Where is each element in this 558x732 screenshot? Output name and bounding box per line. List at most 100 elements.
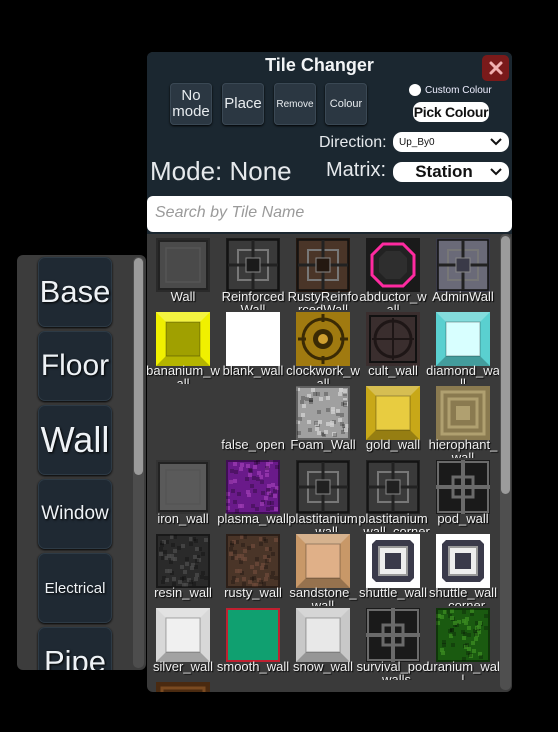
tile-label: pod_wall: [437, 512, 489, 526]
tile-option[interactable]: ReinforcedWall: [218, 236, 288, 310]
tile-preview: [296, 238, 350, 292]
place-label: Place: [224, 94, 262, 112]
tile-option[interactable]: iron_wall: [148, 458, 218, 532]
tile-label: clockwork_wall: [286, 364, 360, 384]
tile-option[interactable]: plasma_wall: [217, 458, 289, 532]
category-electrical[interactable]: Electrical: [38, 553, 112, 623]
tile-preview: [366, 608, 420, 662]
tile-option[interactable]: Foam_Wall: [288, 384, 358, 458]
category-scrollbar[interactable]: [133, 257, 144, 668]
category-label: Base: [39, 274, 111, 309]
pick-colour-button[interactable]: Pick Colour: [413, 102, 489, 122]
tile-preview: [226, 608, 280, 662]
tile-option[interactable]: resin_wall: [148, 532, 218, 606]
colour-button[interactable]: Colour: [325, 83, 367, 125]
tile-preview: [226, 238, 280, 292]
tile-option[interactable]: blank_wall: [218, 310, 288, 384]
search-input[interactable]: Search by Tile Name: [147, 196, 512, 232]
tile-preview: [366, 534, 420, 588]
tile-label: diamond_wall: [426, 364, 499, 384]
tile-preview: [436, 534, 490, 588]
category-floor[interactable]: Floor: [38, 331, 112, 401]
tile-option[interactable]: plastitanium_wall_corner: [356, 458, 430, 532]
tile-option[interactable]: uranium_wall: [426, 606, 499, 680]
tile-preview: [156, 534, 210, 588]
no-mode-label: No mode: [172, 86, 210, 120]
tile-option[interactable]: Wall: [148, 236, 218, 310]
tile-scroll-thumb[interactable]: [501, 236, 510, 494]
custom-colour-toggle[interactable]: Custom Colour: [409, 84, 492, 96]
tile-preview: [156, 682, 210, 692]
category-wall[interactable]: Wall: [38, 405, 112, 475]
category-window[interactable]: Window: [38, 479, 112, 549]
tile-option[interactable]: bananium_wall: [147, 310, 220, 384]
tile-option[interactable]: AdminWall: [428, 236, 498, 310]
search-placeholder: Search by Tile Name: [155, 204, 305, 221]
tile-preview: [436, 238, 490, 292]
tile-option[interactable]: plastitanium_wall: [288, 458, 358, 532]
matrix-value: Station: [415, 162, 473, 181]
tile-label: resin_wall: [154, 586, 212, 600]
tile-label: [147, 438, 220, 458]
category-scroll-thumb[interactable]: [134, 258, 143, 475]
tile-label: plastitanium_wall_corner: [356, 512, 430, 532]
remove-button[interactable]: Remove: [274, 83, 316, 125]
tile-preview: [296, 386, 350, 440]
tile-option[interactable]: shuttle_wall_corner: [428, 532, 498, 606]
tile-preview: [156, 608, 210, 662]
tile-label: ReinforcedWall: [221, 290, 285, 310]
custom-colour-radio[interactable]: [409, 84, 421, 96]
tile-option[interactable]: survival_pod_walls: [357, 606, 430, 680]
tile-label: RustyReinforcedWall: [287, 290, 359, 310]
tile-option[interactable]: smooth_wall: [217, 606, 289, 680]
tile-option[interactable]: silver_wall: [148, 606, 218, 680]
place-button[interactable]: Place: [222, 83, 264, 125]
category-panel: Base Floor Wall Window Electrical Pipe: [17, 255, 146, 670]
tile-option[interactable]: shuttle_wall: [358, 532, 428, 606]
tile-label: false_open: [221, 438, 285, 452]
matrix-label: Matrix:: [326, 159, 386, 181]
tile-preview: [436, 460, 490, 514]
tile-option[interactable]: diamond_wall: [426, 310, 499, 384]
tile-empty: [148, 384, 218, 458]
tile-option[interactable]: abductor_wall: [358, 236, 428, 310]
tile-preview: [366, 238, 420, 292]
direction-value: Up_By0: [399, 136, 435, 148]
matrix-dropdown[interactable]: Station: [393, 162, 509, 182]
chevron-down-icon: [490, 168, 502, 176]
tile-option[interactable]: gold_wall: [358, 384, 428, 458]
tile-option[interactable]: hierophant_wall: [428, 384, 498, 458]
tile-label: AdminWall: [432, 290, 494, 304]
tile-label: sandstone_wall: [289, 586, 357, 606]
tile-grid: Wall ReinforcedWall RustyReinforcedWall abd…: [147, 234, 499, 692]
tile-option[interactable]: pod_wall: [428, 458, 498, 532]
tile-scrollbar[interactable]: [500, 234, 511, 690]
colour-label: Colour: [329, 97, 363, 110]
tile-option[interactable]: false_open: [218, 384, 288, 458]
category-label: Pipe: [43, 644, 107, 670]
category-label: Floor: [40, 349, 110, 382]
chevron-down-icon: [490, 138, 502, 146]
tile-preview: [226, 534, 280, 588]
category-pipe[interactable]: Pipe: [38, 627, 112, 670]
tile-option[interactable]: snow_wall: [288, 606, 358, 680]
remove-label: Remove: [276, 98, 314, 110]
tile-option[interactable]: cult_wall: [358, 310, 428, 384]
category-base[interactable]: Base: [38, 257, 112, 327]
close-button[interactable]: [482, 55, 509, 81]
direction-dropdown[interactable]: Up_By0: [393, 132, 509, 152]
tile-preview: [366, 460, 420, 514]
tile-preview: [156, 460, 210, 514]
tile-option[interactable]: sandstone_wall: [288, 532, 358, 606]
tile-option[interactable]: wood_wall: [148, 680, 218, 692]
no-mode-button[interactable]: No mode: [170, 83, 212, 125]
tile-label: Foam_Wall: [290, 438, 356, 452]
tile-option[interactable]: rusty_wall: [218, 532, 288, 606]
tile-label: silver_wall: [153, 660, 213, 674]
tile-preview: [436, 386, 490, 440]
tile-preview: [156, 312, 210, 366]
tile-preview: [366, 312, 420, 366]
tile-option[interactable]: clockwork_wall: [286, 310, 360, 384]
tile-option[interactable]: RustyReinforcedWall: [288, 236, 358, 310]
category-label: Wall: [40, 419, 110, 460]
